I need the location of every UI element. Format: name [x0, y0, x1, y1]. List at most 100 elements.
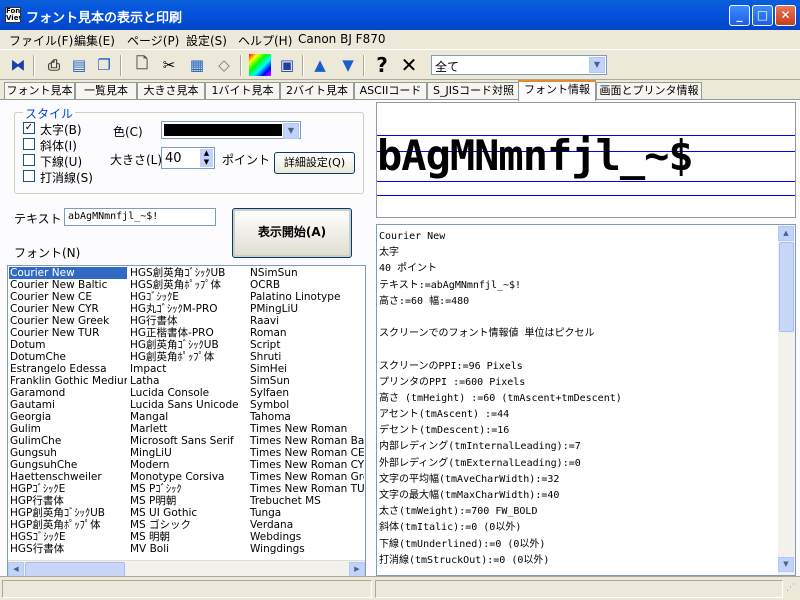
font-list-item[interactable]: Marlett — [129, 423, 247, 435]
font-list-item[interactable]: MV Boli — [129, 543, 247, 555]
font-list-item[interactable]: Mangal — [129, 411, 247, 423]
font-list-item[interactable]: Tahoma — [249, 411, 364, 423]
font-list-item[interactable]: Courier New Greek — [9, 315, 127, 327]
strike-box[interactable] — [23, 170, 35, 182]
font-list-item[interactable]: Estrangelo Edessa — [9, 363, 127, 375]
font-list-item[interactable]: Webdings — [249, 531, 364, 543]
scroll-thumb[interactable] — [779, 242, 794, 332]
font-list-item[interactable]: Courier New Baltic — [9, 279, 127, 291]
close-icon[interactable]: ✕ — [398, 53, 420, 77]
tab-ascii-code[interactable]: ASCIIコード — [354, 82, 427, 100]
copy-icon[interactable]: ❐ — [93, 54, 115, 76]
color-palette-icon[interactable] — [249, 54, 271, 76]
font-list-item[interactable]: GungsuhChe — [9, 459, 127, 471]
font-list-item[interactable]: Raavi — [249, 315, 364, 327]
menu-file[interactable]: ファイル(F) — [9, 32, 73, 49]
font-list-item[interactable]: HG創英角ﾎﾟｯﾌﾟ体 — [129, 351, 247, 363]
font-list-item[interactable]: SimSun — [249, 375, 364, 387]
scroll-left-icon[interactable]: ◀ — [8, 562, 24, 577]
menu-page[interactable]: ページ(P) — [127, 32, 179, 49]
chevron-down-icon[interactable]: ▼ — [589, 57, 605, 73]
menu-settings[interactable]: 設定(S) — [186, 32, 227, 49]
font-list-item[interactable]: HGS創英角ｺﾞｼｯｸUB — [129, 267, 247, 279]
help-icon[interactable]: ? — [371, 53, 393, 77]
font-list-item[interactable]: HG行書体 — [129, 315, 247, 327]
font-list-item[interactable]: Tunga — [249, 507, 364, 519]
scroll-up-icon[interactable]: ▲ — [778, 226, 794, 241]
new-page-icon[interactable]: 🗋 — [131, 54, 153, 76]
export-icon[interactable]: ▤ — [68, 54, 90, 76]
tab-size-sample[interactable]: 大きさ見本 — [137, 82, 205, 100]
font-list-item[interactable]: SimHei — [249, 363, 364, 375]
arrow-up-icon[interactable]: ▲ — [309, 54, 331, 76]
italic-checkbox[interactable]: 斜体(I) — [23, 137, 113, 153]
font-list-item[interactable]: OCRB — [249, 279, 364, 291]
bold-checkbox[interactable]: ✓ 太字(B) — [23, 121, 113, 137]
font-list-item[interactable]: Symbol — [249, 399, 364, 411]
font-list-item[interactable]: HGS行書体 — [9, 543, 127, 555]
font-list-item[interactable]: MS UI Gothic — [129, 507, 247, 519]
sample-text-input[interactable]: abAgMNmnfjl_~$! — [64, 208, 216, 226]
paste-icon[interactable]: ▦ — [186, 54, 208, 76]
font-list-item[interactable]: Times New Roman — [249, 423, 364, 435]
bold-checkmark[interactable]: ✓ — [23, 122, 35, 134]
start-display-button[interactable]: 表示開始(A) — [232, 208, 352, 258]
font-list-item[interactable]: Times New Roman TUR — [249, 483, 364, 495]
font-list-item[interactable]: GulimChe — [9, 435, 127, 447]
font-list-item[interactable]: Courier New CE — [9, 291, 127, 303]
font-list-item[interactable]: Verdana — [249, 519, 364, 531]
scroll-down-icon[interactable]: ▼ — [778, 557, 794, 572]
font-list-item[interactable]: MingLiU — [129, 447, 247, 459]
font-list-item[interactable]: Courier New TUR — [9, 327, 127, 339]
menu-help[interactable]: ヘルプ(H) — [238, 32, 292, 49]
font-list-item[interactable]: Dotum — [9, 339, 127, 351]
font-list-item[interactable]: Lucida Sans Unicode — [129, 399, 247, 411]
vertical-scrollbar[interactable]: ▲ ▼ — [778, 225, 795, 575]
font-list-item[interactable]: Shruti — [249, 351, 364, 363]
font-list-item[interactable]: Wingdings — [249, 543, 364, 555]
scroll-right-icon[interactable]: ▶ — [349, 562, 365, 577]
size-value[interactable]: 40 — [165, 151, 182, 166]
font-info-textbox[interactable]: Courier New 太字 40 ポイント テキスト:=abAgMNmnfjl_~$… — [376, 224, 796, 576]
font-list-item[interactable]: Sylfaen — [249, 387, 364, 399]
font-list-item[interactable]: NSimSun — [249, 267, 364, 279]
font-list-item[interactable]: HGPｺﾞｼｯｸE — [9, 483, 127, 495]
print-preview-icon[interactable]: ⎙ — [43, 54, 65, 76]
save-icon[interactable]: ▣ — [276, 54, 298, 76]
font-list-item[interactable]: Gulim — [9, 423, 127, 435]
font-list-item[interactable]: Monotype Corsiva — [129, 471, 247, 483]
close-window-button[interactable]: ✕ — [775, 5, 796, 26]
font-list-item[interactable]: Franklin Gothic Medium — [9, 375, 127, 387]
spin-up-icon[interactable]: ▲ — [200, 149, 213, 158]
font-list-item[interactable]: HG正楷書体-PRO — [129, 327, 247, 339]
tab-list-sample[interactable]: 一覧見本 — [75, 82, 137, 100]
tab-screen-printer-info[interactable]: 画面とプリンタ情報 — [596, 82, 702, 100]
font-list-item[interactable]: Impact — [129, 363, 247, 375]
resize-grip-icon[interactable]: ⋰ — [786, 583, 798, 595]
font-list-item[interactable]: Palatino Linotype — [249, 291, 364, 303]
menu-printer[interactable]: Canon BJ F870 — [298, 32, 386, 46]
font-list-item[interactable]: HG丸ｺﾞｼｯｸM-PRO — [129, 303, 247, 315]
font-list-item[interactable]: Times New Roman CYR — [249, 459, 364, 471]
font-list-item[interactable]: Haettenschweiler — [9, 471, 127, 483]
font-list[interactable]: Courier New Courier New Baltic Courier New… — [7, 265, 366, 578]
font-list-item[interactable]: HG創英角ｺﾞｼｯｸUB — [129, 339, 247, 351]
minimize-button[interactable]: _ — [729, 5, 750, 26]
maximize-button[interactable]: □ — [752, 5, 773, 26]
font-list-item[interactable]: MS P明朝 — [129, 495, 247, 507]
font-list-item[interactable]: Courier New — [9, 267, 127, 279]
font-list-item[interactable]: Modern — [129, 459, 247, 471]
font-list-item[interactable]: Times New Roman CE — [249, 447, 364, 459]
font-list-item[interactable]: Georgia — [9, 411, 127, 423]
font-list-item[interactable]: Latha — [129, 375, 247, 387]
font-list-item[interactable]: HGSｺﾞｼｯｸE — [9, 531, 127, 543]
horizontal-scrollbar[interactable]: ◀ ▶ — [8, 560, 365, 577]
font-list-item[interactable]: Times New Roman Baltic — [249, 435, 364, 447]
font-list-item[interactable]: Microsoft Sans Serif — [129, 435, 247, 447]
filter-combo[interactable]: 全て ▼ — [431, 55, 607, 75]
eraser-icon[interactable]: ◇ — [213, 54, 235, 76]
tab-font-sample[interactable]: フォント見本 — [4, 82, 75, 100]
font-list-item[interactable]: HGP創英角ﾎﾟｯﾌﾟ体 — [9, 519, 127, 531]
font-list-item[interactable]: Garamond — [9, 387, 127, 399]
tab-sjis-code[interactable]: S_JISコード対照 — [427, 82, 520, 100]
